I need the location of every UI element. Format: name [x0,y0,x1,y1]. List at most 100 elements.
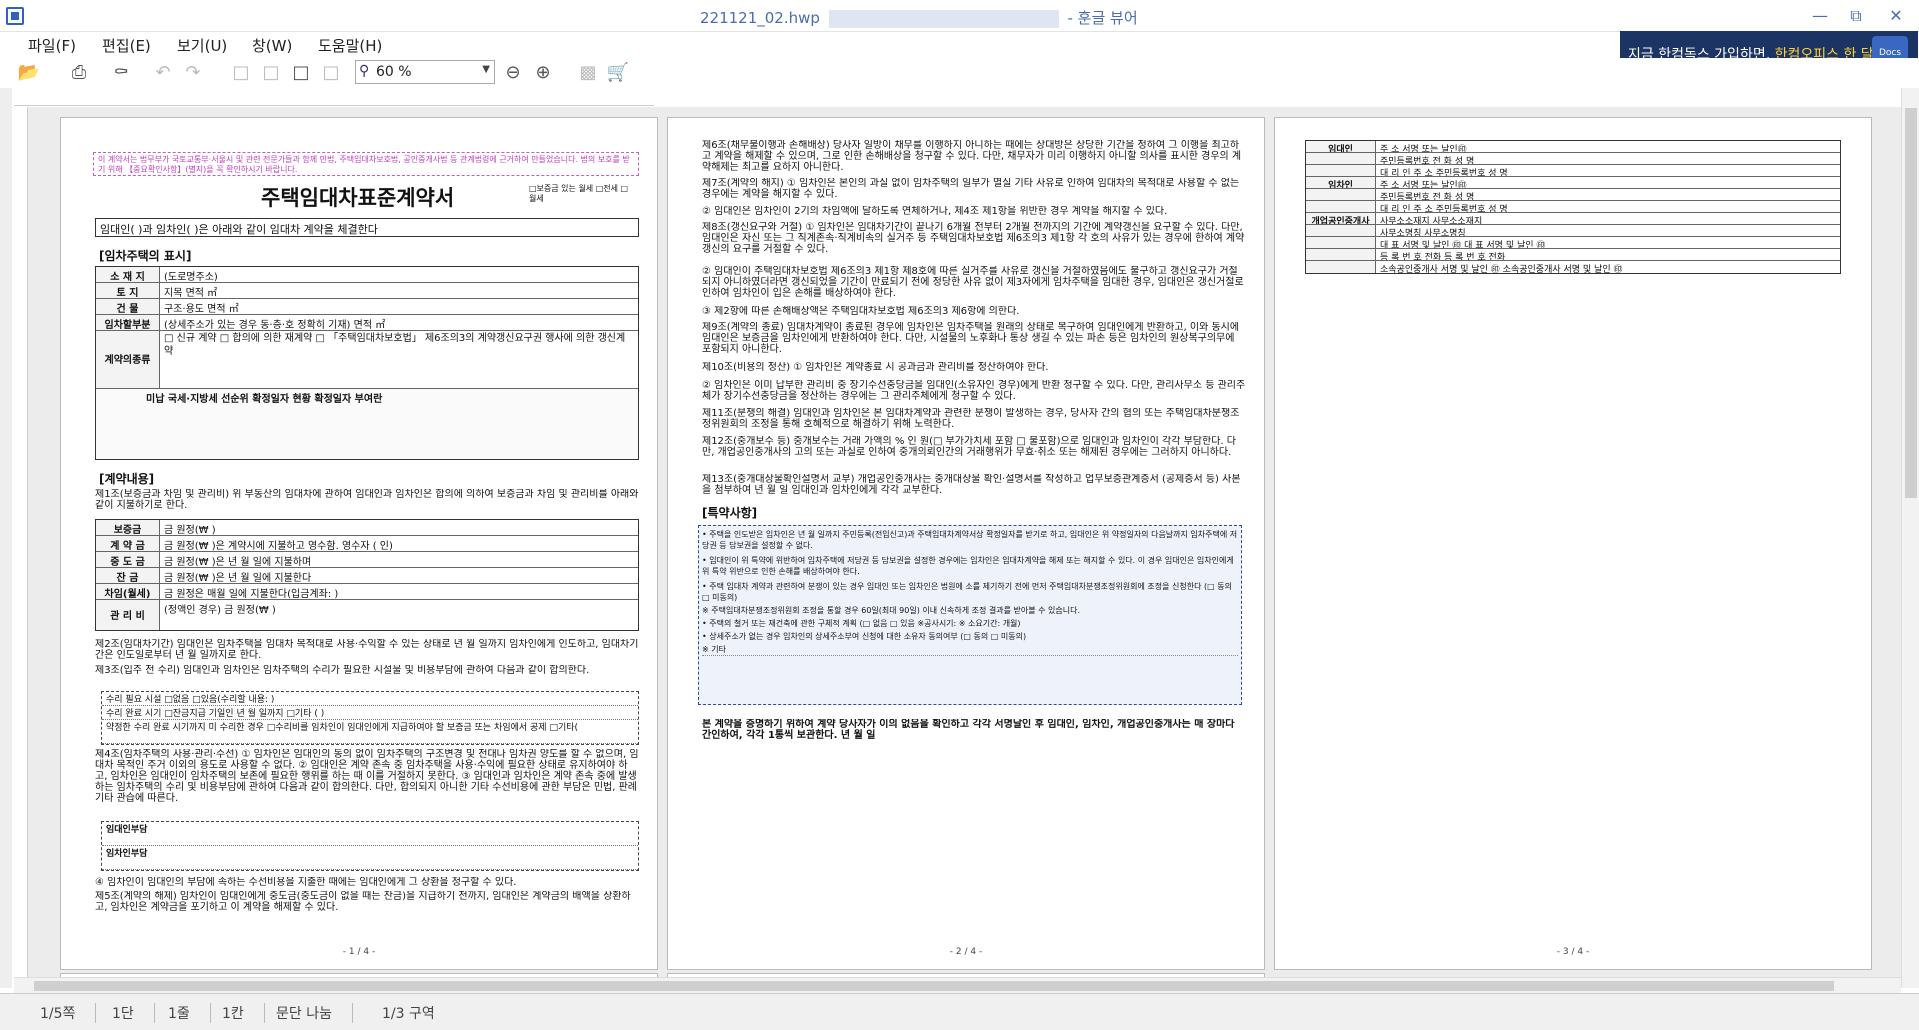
burden-table: 임대인부담 임차인부담 [101,821,639,871]
menu-view[interactable]: 보기(U) [177,35,227,56]
table-row: 주민등록번호 전 화 성 명 [1306,189,1840,201]
scroll-thumb[interactable] [1905,108,1917,498]
redo-icon[interactable]: ↷ [180,60,206,86]
special-item: • 주택의 철거 또는 재건축에 관한 구체적 계획 (□ 없음 □ 있음 ※공… [702,619,1021,628]
row-label [1306,237,1376,248]
table-row: 미납 국세·지방세 선순위 확정일자 현황 확정일자 부여란 [96,389,638,459]
zoom-select[interactable]: ⚲ 60 % ▼ [355,60,495,84]
article-4: 제4조(임차주택의 사용·관리·수선) ① 임차인은 임대인의 동의 없이 임차… [95,749,639,804]
title-bar: 221121_02.hwp - 훈글 뷰어 — ⧉ ✕ [0,0,1919,32]
file-name: 221121_02.hwp [700,9,820,27]
zoom-value: 60 % [376,64,412,80]
table-row: 개업공인중개사 사무소소재지 사무소소재지 [1306,213,1840,225]
row-label: 임차인 [1306,177,1376,188]
page-first-icon[interactable]: □ [228,60,254,86]
article-1: 제1조(보증금과 차임 및 관리비) 위 부동산의 임대차에 관하여 임대인과 … [95,489,639,511]
table-row: 대 리 인 주 소 주민등록번호 성 명 [1306,165,1840,177]
scroll-thumb[interactable] [34,981,1834,991]
table-row: 임차인 주 소 서명 또는 날인㊞ [1306,177,1840,189]
menu-help[interactable]: 도움말(H) [318,35,382,56]
vertical-ruler[interactable] [14,107,28,977]
find-icon[interactable]: ⚰ [108,60,134,86]
row-value: 금 원정(₩ ) [164,525,216,535]
articles-list: 제6조(채무불이행과 손해배상) 당사자 일방이 채무를 이행하지 아니하는 때… [668,140,1264,498]
special-item: ※ 주택임대차분쟁조정위원회 조정을 통할 경우 60일(최대 90일) 이내 … [702,606,1081,615]
row-value: 구조·용도 면적 ㎡ [164,304,239,314]
undo-icon[interactable]: ↶ [150,60,176,86]
contract-type-checks: □보증금 있는 월세 □전세 □월세 [529,184,629,203]
app-name: - 훈글 뷰어 [1067,9,1138,27]
row-value: 사무소소재지 사무소소재지 [1380,217,1483,224]
chevron-down-icon[interactable]: ▼ [482,64,490,75]
row-value: 지목 면적 ㎡ [164,288,218,298]
print-icon[interactable]: ⎙ [66,60,92,86]
restore-icon[interactable]: ⧉ [1836,4,1876,28]
article-10-2: ② 임차인은 이미 납부한 관리비 중 장기수선충당금을 임대인(소유자인 경우… [702,380,1246,402]
table-row: 수리 필요 시설 □없음 □있음(수리할 내용: ) [102,692,638,706]
zoom-in-icon[interactable]: ⊕ [530,60,556,86]
section-property: [임차주택의 표시] [99,249,192,263]
close-icon[interactable]: ✕ [1876,4,1916,28]
table-row: 계 약 금 금 원정(₩ )은 계약시에 지불하고 영수함. 영수자 ( 인) [96,536,638,552]
row-label [1306,201,1376,212]
article-8: 제8조(갱신요구와 거절) ① 임차인은 임대차기간이 끝나기 6개월 전부터 … [702,222,1245,255]
row-label [1306,153,1376,164]
status-bar: 1/5쪽 1단 1줄 1칸 문단 나눔 1/3 구역 [0,993,1919,1030]
row-label: 차임(월세) [96,584,160,599]
horizontal-ruler[interactable] [14,88,654,106]
table-row: 잔 금 금 원정(₩ )은 년 월 일에 지불한다 [96,568,638,584]
row-value: 주 소 서명 또는 날인㊞ [1380,181,1467,188]
page-1: 이 계약서는 법무부가 국토교통부·서울시 및 관련 전문가들과 함께 민법, … [60,117,658,970]
document-area[interactable]: 이 계약서는 법무부가 국토교통부·서울시 및 관련 전문가들과 함께 민법, … [28,107,1901,977]
row-label [1306,165,1376,176]
menu-window[interactable]: 창(W) [252,35,292,56]
cart-icon[interactable]: 🛒 [605,60,631,86]
table-row: 보증금 금 원정(₩ ) [96,520,638,536]
menu-file[interactable]: 파일(F) [28,35,76,56]
row-label: 보증금 [96,520,160,535]
status-section: 1/3 구역 [382,1006,435,1022]
zoom-out-icon[interactable]: ⊖ [500,60,526,86]
special-terms-title: [특약사항] [702,506,758,520]
page-last-icon[interactable]: □ [318,60,344,86]
row-value: 대 표 서명 및 날인 ㊞ 대 표 서명 및 날인 ㊞ [1380,241,1546,248]
table-row: 차임(월세) 금 원정은 매월 일에 지불한다(입금계좌: ) [96,584,638,600]
article-10: 제10조(비용의 정산) ① 임차인은 계약종료 시 공과금과 관리비를 정산하… [702,362,1049,373]
vertical-scrollbar[interactable] [1901,88,1919,988]
page-number: - 1 / 4 - [342,947,376,957]
repair-table: 수리 필요 시설 □없음 □있음(수리할 내용: ) 수리 완료 시기 □잔금지… [101,691,639,745]
page-4-top [60,973,658,977]
special-item: ※ 기타 [702,644,1238,656]
table-row: 임대인 주 소 서명 또는 날인㊞ [1306,141,1840,153]
menu-edit[interactable]: 편집(E) [102,35,151,56]
table-row: 소 재 지 (도로명주소) [96,267,638,283]
app-icon[interactable] [6,7,24,25]
row-label: 임대인 [1306,141,1376,152]
row-label: 관 리 비 [96,600,160,630]
row-label [1306,189,1376,200]
row-value: □ 신규 계약 □ 합의에 의한 재계약 □ 「주택임대차보호법」 제6조의3의… [164,333,626,357]
section-contract: [계약내용] [99,472,155,486]
page-prev-icon[interactable]: □ [258,60,284,86]
property-table: 소 재 지 (도로명주소) 토 지 지목 면적 ㎡ 건 물 구조·용도 면적 ㎡ 임차… [95,266,639,460]
row-value: 주민등록번호 전 화 성 명 [1380,157,1475,164]
row-value: 금 원정(₩ )은 년 월 일에 지불한다 [164,573,312,583]
page-5-top [667,973,1265,977]
article-3: 제3조(입주 전 수리) 임대인과 임차인은 임차주택의 수리가 필요한 시설물… [95,665,590,676]
table-row: 중 도 금 금 원정(₩ )은 년 월 일에 지불하며 [96,552,638,568]
signature-table: 임대인 주 소 서명 또는 날인㊞ 주민등록번호 전 화 성 명 대 리 인 주 … [1305,140,1841,274]
page-number: - 2 / 4 - [949,947,983,957]
notice-box: 이 계약서는 법무부가 국토교통부·서울시 및 관련 전문가들과 함께 민법, … [93,152,639,176]
minimize-icon[interactable]: — [1800,4,1840,28]
image-icon[interactable]: ▩ [575,60,601,86]
open-folder-icon[interactable]: 📂 [16,60,42,86]
page-3: 임대인 주 소 서명 또는 날인㊞ 주민등록번호 전 화 성 명 대 리 인 주 … [1274,117,1872,970]
table-row: 약정한 수리 완료 시기까지 미 수리한 경우 □수리비를 임차인이 임대인에게… [102,720,638,744]
row-value: 등 록 번 호 전화 등 록 번 호 전화 [1380,253,1506,260]
page-next-icon[interactable]: □ [288,60,314,86]
row-value: 대 리 인 주 소 주민등록번호 성 명 [1380,205,1508,212]
row-value: 사무소명칭 사무소명칭 [1380,229,1466,236]
burden-tenant: 임차인부담 [102,846,638,870]
redacted-path [828,9,1059,28]
horizontal-scrollbar[interactable] [14,977,1901,993]
